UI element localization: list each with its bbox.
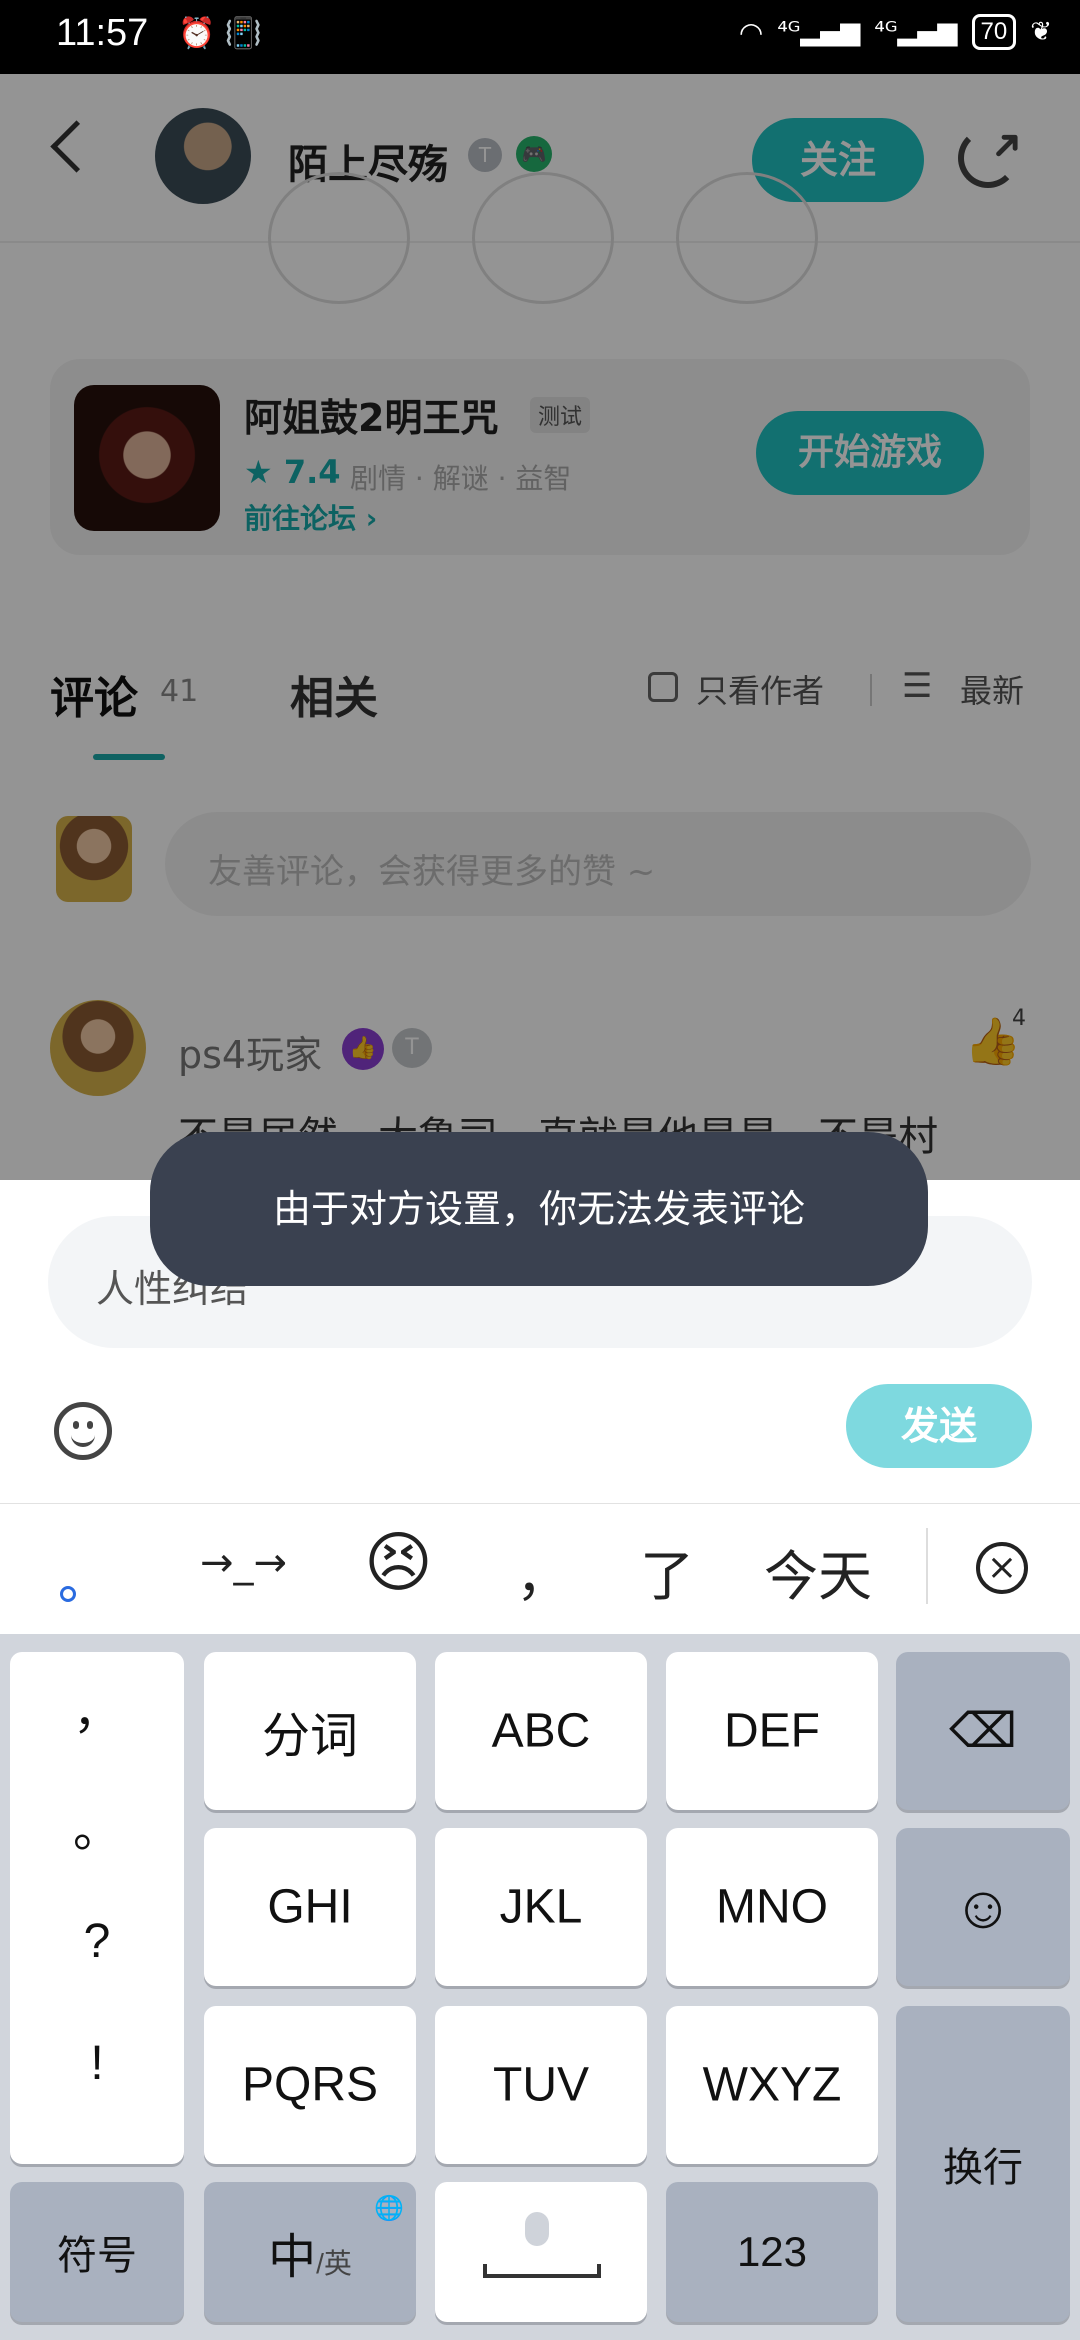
language-key[interactable]: 中/英 🌐 (204, 2182, 416, 2322)
key-fenci[interactable]: 分词 (204, 1652, 416, 1810)
candidate-period-icon[interactable] (60, 1586, 76, 1602)
lang-main: 中 (268, 2231, 317, 2284)
punctuation-column[interactable]: ， 。 ? ! (10, 1652, 184, 2164)
space-bar-icon (483, 2264, 601, 2278)
punct-key[interactable]: ? (10, 1914, 184, 1969)
wifi-icon: ◠ (738, 15, 764, 49)
key-label: JKL (499, 1880, 583, 1934)
key-label: 123 (736, 2228, 808, 2275)
smiley-icon: ☺ (952, 1873, 1014, 1941)
punct-key[interactable]: ， (10, 1672, 184, 1742)
candidate-divider (926, 1528, 928, 1604)
key-tuv[interactable]: TUV (435, 2006, 647, 2164)
signal-icon: ⁴ᴳ▂▄▆ (777, 17, 861, 47)
battery-icon: 70 (971, 14, 1017, 50)
send-button[interactable]: 发送 (846, 1384, 1032, 1468)
key-ghi[interactable]: GHI (204, 1828, 416, 1986)
numbers-key[interactable]: 123 (666, 2182, 878, 2322)
punct-key[interactable]: 。 (10, 1790, 184, 1860)
backspace-icon: ⌫ (949, 1705, 1017, 1758)
candidate-item[interactable]: →_→ (200, 1540, 287, 1586)
emoji-icon[interactable] (54, 1402, 112, 1460)
key-label: 符号 (57, 2234, 137, 2278)
candidate-item[interactable]: ， (516, 1532, 570, 1611)
toast-message: 由于对方设置，你无法发表评论 (150, 1132, 928, 1286)
lang-sub: /英 (316, 2248, 352, 2279)
delete-key[interactable]: ⌫ (896, 1652, 1070, 1810)
space-key[interactable] (435, 2182, 647, 2322)
enter-key[interactable]: 换行 (896, 2006, 1070, 2322)
key-label: GHI (267, 1880, 353, 1934)
alarm-vibrate-icons: ⏰ 📳 (178, 16, 263, 51)
close-icon[interactable]: × (976, 1542, 1028, 1594)
key-label: MNO (716, 1880, 828, 1934)
candidate-bar: →_→ 😣 ， 了 今天 × (0, 1504, 1080, 1634)
clock: 11:57 (56, 12, 149, 54)
key-label: DEF (724, 1704, 820, 1758)
key-label: WXYZ (702, 2058, 842, 2112)
key-label: 换行 (943, 2146, 1023, 2190)
key-def[interactable]: DEF (666, 1652, 878, 1810)
signal-icon-2: ⁴ᴳ▂▄▆ (874, 17, 958, 47)
punct-key[interactable]: ! (10, 2036, 184, 2091)
key-pqrs[interactable]: PQRS (204, 2006, 416, 2164)
globe-icon: 🌐 (374, 2195, 404, 2222)
key-label: 中/英 (204, 2217, 416, 2287)
key-label: 分词 (261, 1710, 358, 1763)
key-label: PQRS (241, 2058, 379, 2112)
candidate-item[interactable]: 今天 (764, 1532, 872, 1611)
dim-overlay[interactable] (0, 74, 1080, 1180)
candidate-item[interactable]: 了 (640, 1532, 694, 1611)
emoji-mouth (71, 1429, 95, 1447)
key-wxyz[interactable]: WXYZ (666, 2006, 878, 2164)
status-bar: 11:57 ⏰ 📳 ◠ ⁴ᴳ▂▄▆ ⁴ᴳ▂▄▆ 70 ❦ (0, 0, 1080, 74)
key-mno[interactable]: MNO (666, 1828, 878, 1986)
key-abc[interactable]: ABC (435, 1652, 647, 1810)
candidate-emoji[interactable]: 😣 (364, 1524, 433, 1601)
key-label: TUV (493, 2058, 589, 2112)
emoji-key[interactable]: ☺ (896, 1828, 1070, 1986)
key-jkl[interactable]: JKL (435, 1828, 647, 1986)
leaf-icon: ❦ (1030, 17, 1052, 47)
status-right: ◠ ⁴ᴳ▂▄▆ ⁴ᴳ▂▄▆ 70 ❦ (739, 14, 1052, 50)
microphone-icon (525, 2212, 549, 2246)
keyboard: ， 。 ? ! 分词 ABC DEF ⌫ GHI JKL MNO ☺ PQRS … (0, 1634, 1080, 2340)
symbols-key[interactable]: 符号 (10, 2182, 184, 2322)
key-label: ABC (491, 1704, 591, 1758)
